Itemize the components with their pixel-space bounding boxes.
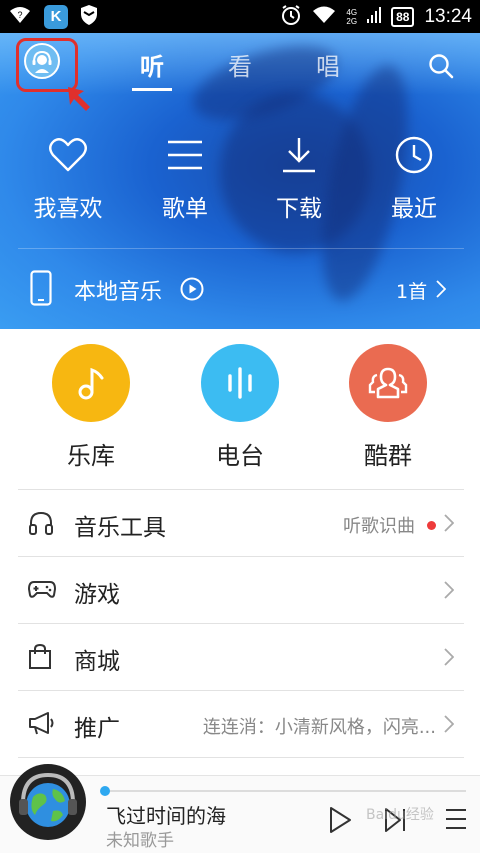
menu-item-subtitle: 连连消：小清新风格，闪亮... xyxy=(202,717,436,738)
progress-track[interactable] xyxy=(104,790,466,792)
avatar-highlight-box xyxy=(16,38,78,92)
menu-item-promotion[interactable]: 推广 连连消：小清新风格，闪亮... xyxy=(0,691,480,757)
category-radio[interactable]: 电台 xyxy=(185,344,295,471)
group-icon xyxy=(349,344,427,422)
notification-dot xyxy=(427,521,436,530)
quick-action-playlists[interactable]: 歌单 xyxy=(140,133,230,223)
quick-action-favorites[interactable]: 我喜欢 xyxy=(23,133,113,223)
alarm-icon xyxy=(280,4,302,30)
svg-text:?: ? xyxy=(17,10,22,20)
chevron-right-icon xyxy=(444,581,455,603)
menu-item-music-tools[interactable]: 音乐工具 听歌识曲 xyxy=(0,490,480,556)
quick-action-downloads[interactable]: 下载 xyxy=(254,133,344,223)
local-music-label: 本地音乐 xyxy=(74,280,163,305)
globe-headphones-icon xyxy=(19,772,77,827)
playlist-menu-icon[interactable] xyxy=(444,806,468,836)
signal-icon xyxy=(367,5,382,29)
phone-icon xyxy=(30,270,52,310)
tab-watch[interactable]: 看 xyxy=(228,47,252,82)
mini-player: 飞过时间的海 未知歌手 Baidu经验 xyxy=(0,764,480,853)
headphones-icon xyxy=(28,510,54,540)
radio-icon xyxy=(201,344,279,422)
battery-indicator: 88 xyxy=(391,6,415,27)
play-icon[interactable] xyxy=(328,806,352,838)
progress-knob[interactable] xyxy=(100,786,110,796)
gamepad-icon xyxy=(27,577,57,605)
heart-icon xyxy=(23,133,113,177)
app-badge: K xyxy=(44,4,68,29)
watermark: Baidu经验 xyxy=(366,807,434,823)
network-indicator: 4G 2G xyxy=(346,7,358,26)
tab-sing[interactable]: 唱 xyxy=(316,47,340,82)
song-artist: 未知歌手 xyxy=(106,831,174,851)
tab-listen[interactable]: 听 xyxy=(140,47,164,82)
shield-app-icon xyxy=(80,4,98,30)
megaphone-icon xyxy=(28,711,56,739)
menu-item-games[interactable]: 游戏 xyxy=(0,557,480,623)
play-circle-icon[interactable] xyxy=(180,277,204,305)
top-nav: 听 看 唱 xyxy=(0,33,480,111)
quick-action-recent[interactable]: 最近 xyxy=(369,133,459,223)
album-art[interactable] xyxy=(10,764,86,840)
shopping-bag-icon xyxy=(28,643,52,674)
menu-item-shop[interactable]: 商城 xyxy=(0,624,480,690)
divider xyxy=(18,757,464,758)
divider xyxy=(18,248,464,249)
chevron-right-icon xyxy=(444,648,455,670)
hero-panel: 听 看 唱 我喜欢 歌单 下载 最近 本地音乐 1首 xyxy=(0,33,480,329)
local-music-count: 1首 xyxy=(396,281,428,303)
active-tab-indicator xyxy=(132,88,172,91)
status-bar: ? K 4G 2G 88 13:24 xyxy=(0,0,480,33)
clock-time: 13:24 xyxy=(424,5,472,27)
category-group[interactable]: 酷群 xyxy=(333,344,443,471)
arrow-pointer-icon xyxy=(68,87,90,111)
clock-icon xyxy=(369,133,459,177)
download-icon xyxy=(254,133,344,177)
search-icon[interactable] xyxy=(428,53,454,83)
menu-item-subtitle: 听歌识曲 xyxy=(343,512,436,538)
wifi-question-icon: ? xyxy=(8,5,32,29)
chevron-right-icon xyxy=(444,514,455,536)
song-title: 飞过时间的海 xyxy=(106,804,226,828)
wifi-icon xyxy=(312,5,336,29)
chevron-right-icon xyxy=(444,715,455,737)
category-library[interactable]: 乐库 xyxy=(36,344,146,471)
local-music-row[interactable]: 本地音乐 1首 xyxy=(0,258,480,318)
list-icon xyxy=(140,133,230,177)
music-note-icon xyxy=(52,344,130,422)
chevron-right-icon xyxy=(436,280,447,302)
